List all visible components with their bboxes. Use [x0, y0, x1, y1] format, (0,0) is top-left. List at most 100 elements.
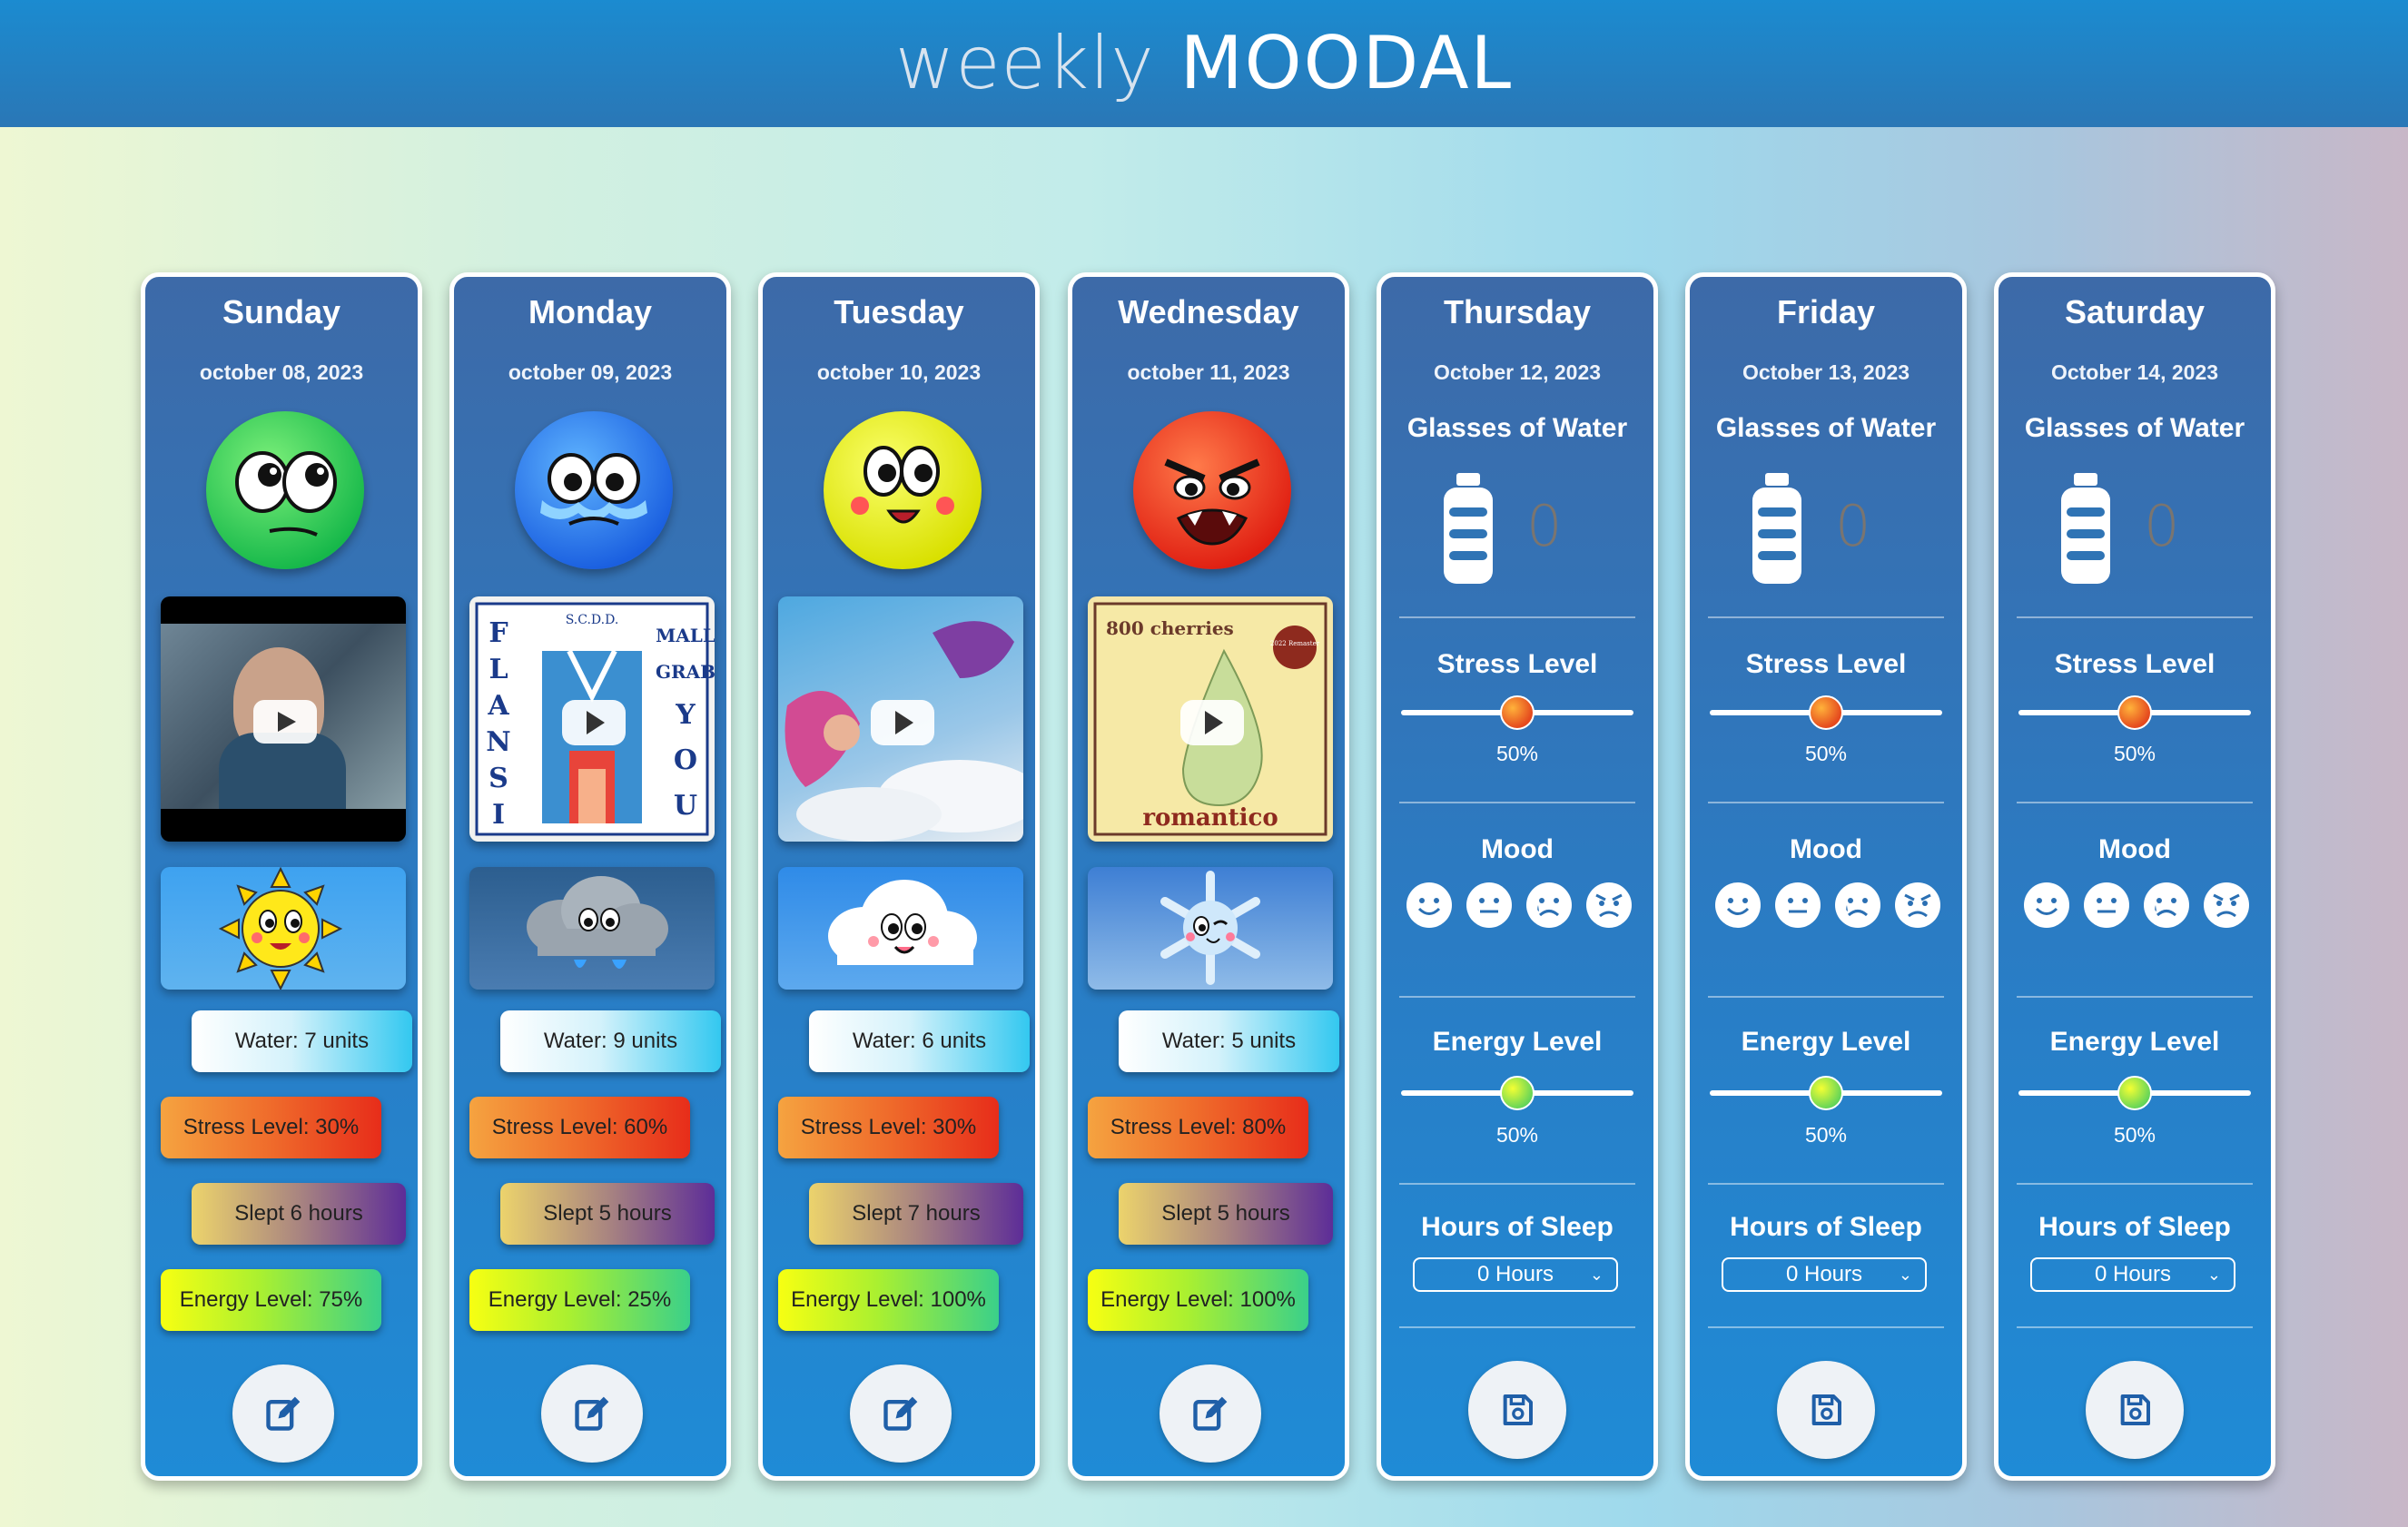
sad-icon[interactable] [2143, 882, 2190, 929]
divider [2017, 996, 2253, 998]
sad-icon[interactable] [1525, 882, 1573, 929]
energy-value: 50% [1804, 1123, 1848, 1147]
song-thumbnail[interactable]: S.C.D.D. FL AN SI MALL GRAB YO U [469, 596, 715, 842]
energy-badge: Energy Level: 75% [161, 1269, 381, 1331]
day-name: Tuesday [834, 293, 964, 330]
energy-value: 50% [1495, 1123, 1539, 1147]
day-date: october 11, 2023 [1127, 360, 1290, 384]
water-label: Glasses of Water [1715, 413, 1937, 443]
edit-icon [575, 1396, 609, 1431]
neutral-icon[interactable] [2083, 882, 2130, 929]
edit-icon [1193, 1396, 1228, 1431]
mood-label: Mood [1481, 834, 1554, 864]
sleep-badge: Slept 5 hours [500, 1183, 715, 1245]
divider [2017, 1183, 2253, 1185]
water-label: Glasses of Water [1406, 413, 1628, 443]
energy-label: Energy Level [2049, 1027, 2220, 1057]
neutral-icon[interactable] [1466, 882, 1513, 929]
stress-badge: Stress Level: 80% [1088, 1097, 1308, 1158]
stress-slider-thumb[interactable] [2117, 695, 2152, 730]
sad-icon[interactable] [1834, 882, 1881, 929]
edit-button[interactable] [850, 1364, 952, 1463]
day-date: october 10, 2023 [816, 360, 982, 384]
stress-slider-thumb[interactable] [1809, 695, 1843, 730]
play-icon[interactable] [253, 700, 317, 744]
day-card-thursday: Thursday October 12, 2023 Glasses of Wat… [1377, 272, 1658, 1481]
angry-icon[interactable] [1894, 882, 1941, 929]
energy-slider-thumb[interactable] [1500, 1076, 1535, 1110]
smile-icon[interactable] [1714, 882, 1762, 929]
sleep-hours-select[interactable]: 0 Hours ⌄ [1413, 1257, 1618, 1292]
save-button[interactable] [2086, 1361, 2184, 1459]
stress-slider[interactable] [2018, 695, 2251, 730]
divider [2017, 802, 2253, 803]
sleep-label: Hours of Sleep [1730, 1212, 1922, 1242]
energy-slider[interactable] [2018, 1076, 2251, 1110]
day-name: Friday [1776, 293, 1876, 330]
svg-text:S: S [489, 763, 508, 794]
app-title-light: weekly [894, 21, 1155, 105]
energy-slider-thumb[interactable] [2117, 1076, 2152, 1110]
neutral-icon[interactable] [1774, 882, 1821, 929]
stress-badge: Stress Level: 30% [161, 1097, 381, 1158]
save-button[interactable] [1468, 1361, 1566, 1459]
sleep-hours-value: 0 Hours [2094, 1262, 2172, 1286]
divider [1399, 802, 1635, 803]
edit-button[interactable] [541, 1364, 643, 1463]
day-card-monday: Monday october 09, 2023 S.C.D.D. FL AN S… [449, 272, 731, 1481]
svg-text:800 cherries: 800 cherries [1106, 617, 1234, 639]
water-bottle-icon[interactable] [1440, 473, 1496, 586]
water-count[interactable]: 0 [1526, 493, 1562, 559]
smile-icon[interactable] [1406, 882, 1453, 929]
water-bottle-icon[interactable] [1749, 473, 1805, 586]
song-thumbnail[interactable]: 800 cherries 2022 Remaster romantico [1088, 596, 1333, 842]
stress-value: 50% [1804, 742, 1848, 765]
sleep-hours-value: 0 Hours [1476, 1262, 1554, 1286]
stress-slider[interactable] [1401, 695, 1633, 730]
energy-badge: Energy Level: 25% [469, 1269, 690, 1331]
save-button[interactable] [1777, 1361, 1875, 1459]
divider [1708, 1183, 1944, 1185]
smile-icon[interactable] [2023, 882, 2070, 929]
energy-slider-thumb[interactable] [1809, 1076, 1843, 1110]
svg-text:O: O [674, 744, 697, 776]
svg-text:Y: Y [675, 699, 696, 731]
app-logo: weekly MOODAL [895, 27, 1513, 100]
stress-slider-thumb[interactable] [1500, 695, 1535, 730]
divider [1708, 616, 1944, 618]
stress-label: Stress Level [2054, 649, 2216, 679]
edit-button[interactable] [1160, 1364, 1261, 1463]
water-badge: Water: 9 units [500, 1010, 721, 1072]
energy-slider[interactable] [1401, 1076, 1633, 1110]
water-count[interactable]: 0 [2144, 493, 2179, 559]
stress-value: 50% [2113, 742, 2156, 765]
blue-crying-face-icon [515, 411, 673, 569]
stress-label: Stress Level [1436, 649, 1598, 679]
angry-icon[interactable] [1585, 882, 1633, 929]
angry-icon[interactable] [2203, 882, 2250, 929]
stress-slider[interactable] [1710, 695, 1942, 730]
song-thumbnail[interactable] [778, 596, 1023, 842]
cloud-icon [778, 867, 1023, 990]
water-count[interactable]: 0 [1835, 493, 1870, 559]
water-bottle-icon[interactable] [2058, 473, 2114, 586]
divider [1399, 996, 1635, 998]
rain-cloud-icon [469, 867, 715, 990]
edit-button[interactable] [232, 1364, 334, 1463]
sleep-badge: Slept 7 hours [809, 1183, 1023, 1245]
song-thumbnail[interactable] [161, 596, 406, 842]
day-date: october 09, 2023 [508, 360, 673, 384]
save-icon [1503, 1394, 1533, 1425]
mood-options [1406, 882, 1633, 929]
sleep-hours-select[interactable]: 0 Hours ⌄ [2030, 1257, 2235, 1292]
mood-label: Mood [1790, 834, 1862, 864]
chevron-down-icon: ⌄ [1898, 1266, 1912, 1284]
stress-value: 50% [1495, 742, 1539, 765]
svg-text:I: I [492, 799, 505, 831]
yellow-happy-face-icon [824, 411, 982, 569]
sleep-hours-select[interactable]: 0 Hours ⌄ [1722, 1257, 1927, 1292]
day-card-sunday: Sunday october 08, 2023 Water: 7 units S… [141, 272, 422, 1481]
energy-slider[interactable] [1710, 1076, 1942, 1110]
svg-text:S.C.D.D.: S.C.D.D. [566, 613, 619, 627]
energy-badge: Energy Level: 100% [778, 1269, 999, 1331]
